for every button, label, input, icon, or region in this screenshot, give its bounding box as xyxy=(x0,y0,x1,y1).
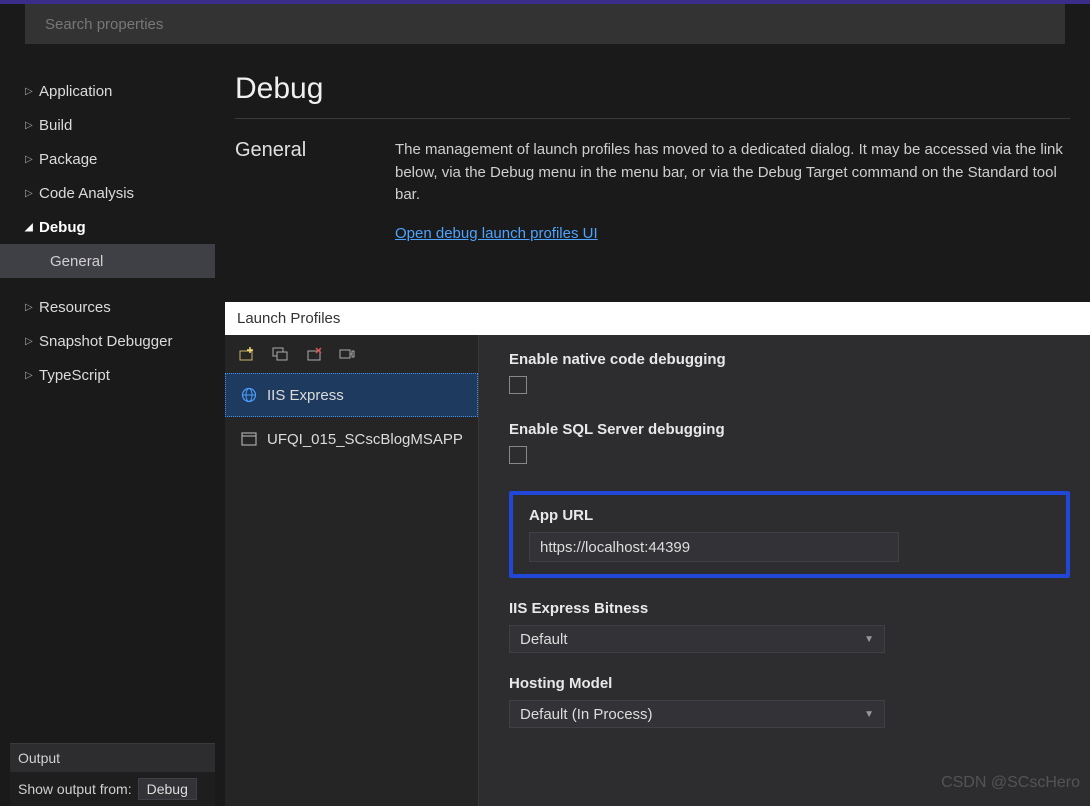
profile-item-iis-express[interactable]: IIS Express xyxy=(225,373,478,417)
chevron-right-icon: ▷ xyxy=(25,302,39,313)
delete-profile-icon[interactable] xyxy=(305,345,323,363)
sidebar-subitem-general[interactable]: General xyxy=(0,244,215,278)
chevron-right-icon: ▷ xyxy=(25,120,39,131)
profile-label: IIS Express xyxy=(267,387,344,404)
dialog-title: Launch Profiles xyxy=(225,302,1090,335)
output-title: Output xyxy=(10,743,215,772)
hosting-label: Hosting Model xyxy=(509,675,1070,692)
sidebar-item-code-analysis[interactable]: ▷Code Analysis xyxy=(0,176,215,210)
chevron-down-icon: ◢ xyxy=(25,222,39,233)
profile-label: UFQI_015_SCscBlogMSAPP xyxy=(267,431,463,448)
app-url-highlight: App URL xyxy=(509,491,1070,578)
launch-profiles-dialog: Launch Profiles IIS Express UFQI_015_SCs… xyxy=(225,302,1090,806)
chevron-right-icon: ▷ xyxy=(25,154,39,165)
new-profile-icon[interactable] xyxy=(237,345,255,363)
rename-profile-icon[interactable] xyxy=(339,345,357,363)
sidebar-item-package[interactable]: ▷Package xyxy=(0,142,215,176)
enable-sql-label: Enable SQL Server debugging xyxy=(509,421,1070,438)
enable-native-label: Enable native code debugging xyxy=(509,351,1070,368)
app-url-input[interactable] xyxy=(529,532,899,562)
sidebar-item-resources[interactable]: ▷Resources xyxy=(0,290,215,324)
window-icon xyxy=(241,432,257,446)
chevron-down-icon: ▼ xyxy=(864,709,874,720)
profile-settings: Enable native code debugging Enable SQL … xyxy=(479,335,1090,806)
sidebar-item-build[interactable]: ▷Build xyxy=(0,108,215,142)
section-description: The management of launch profiles has mo… xyxy=(395,139,1070,207)
chevron-right-icon: ▷ xyxy=(25,370,39,381)
sidebar-item-snapshot-debugger[interactable]: ▷Snapshot Debugger xyxy=(0,324,215,358)
duplicate-profile-icon[interactable] xyxy=(271,345,289,363)
section-label: General xyxy=(235,139,395,245)
globe-icon xyxy=(241,387,257,403)
app-url-label: App URL xyxy=(529,507,1050,524)
bitness-label: IIS Express Bitness xyxy=(509,600,1070,617)
show-output-select[interactable]: Debug xyxy=(138,778,197,800)
show-output-label: Show output from: xyxy=(18,781,132,797)
sidebar-item-typescript[interactable]: ▷TypeScript xyxy=(0,358,215,392)
enable-sql-checkbox[interactable] xyxy=(509,446,527,464)
profiles-toolbar xyxy=(225,335,478,373)
page-title: Debug xyxy=(235,72,1070,106)
sidebar-item-application[interactable]: ▷Application xyxy=(0,74,215,108)
profiles-panel: IIS Express UFQI_015_SCscBlogMSAPP xyxy=(225,335,479,806)
chevron-down-icon: ▼ xyxy=(864,634,874,645)
chevron-right-icon: ▷ xyxy=(25,188,39,199)
enable-native-checkbox[interactable] xyxy=(509,376,527,394)
open-launch-profiles-link[interactable]: Open debug launch profiles UI xyxy=(395,223,598,246)
output-panel: Output Show output from: Debug xyxy=(10,743,215,806)
sidebar-item-debug[interactable]: ◢Debug xyxy=(0,210,215,244)
chevron-right-icon: ▷ xyxy=(25,86,39,97)
sidebar: ▷Application ▷Build ▷Package ▷Code Analy… xyxy=(0,54,215,806)
search-input[interactable]: Search properties xyxy=(25,4,1065,44)
hosting-select[interactable]: Default (In Process) ▼ xyxy=(509,700,885,728)
chevron-right-icon: ▷ xyxy=(25,336,39,347)
bitness-select[interactable]: Default ▼ xyxy=(509,625,885,653)
profile-item-app[interactable]: UFQI_015_SCscBlogMSAPP xyxy=(225,417,478,461)
search-placeholder: Search properties xyxy=(45,16,163,33)
